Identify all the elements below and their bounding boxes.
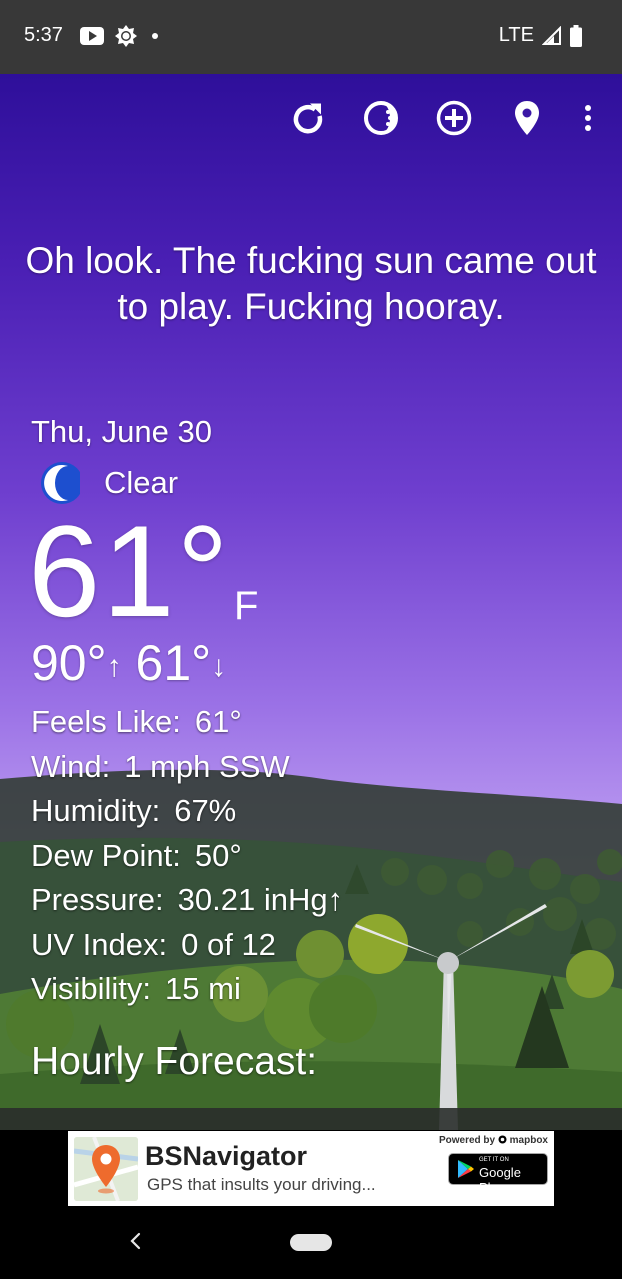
home-pill-button[interactable]	[290, 1234, 332, 1251]
current-temperature: 61°	[28, 498, 231, 644]
low-arrow-icon: ↓	[211, 649, 227, 683]
detail-wind: Wind: 1 mph SSW	[31, 745, 343, 790]
system-nav-bar	[0, 1208, 622, 1279]
forecast-date: Thu, June 30	[31, 414, 212, 449]
detail-label: Wind:	[31, 748, 111, 784]
ad-tagline: GPS that insults your driving...	[147, 1175, 376, 1194]
detail-visibility: Visibility: 15 mi	[31, 967, 343, 1012]
add-location-icon	[436, 100, 472, 136]
refresh-icon	[293, 103, 323, 134]
temperature-unit: F	[234, 584, 259, 628]
dot-icon	[152, 33, 158, 39]
status-notification-icons	[80, 24, 162, 48]
high-low-temperature: 90°↑ 61°↓	[31, 634, 226, 692]
detail-uv-index: UV Index: 0 of 12	[31, 923, 343, 968]
ad-app-icon	[74, 1137, 138, 1201]
refresh-button[interactable]	[286, 96, 330, 140]
store-small-label: GET IT ON	[479, 1157, 509, 1163]
detail-humidity: Humidity: 67%	[31, 789, 343, 834]
network-type: LTE	[498, 24, 534, 46]
detail-label: UV Index:	[31, 926, 168, 962]
youtube-icon	[80, 27, 104, 45]
mapbox-icon	[498, 1135, 507, 1144]
detail-label: Visibility:	[31, 971, 152, 1006]
more-vert-icon	[585, 105, 591, 131]
map-pin-icon	[74, 1137, 138, 1201]
detail-value: 0 of 12	[181, 926, 276, 962]
detail-label: Pressure:	[31, 882, 164, 917]
detail-value: 1 mph SSW	[124, 748, 290, 784]
battery-icon	[570, 24, 582, 47]
status-right: LTE	[499, 24, 582, 47]
hourly-forecast-heading: Hourly Forecast:	[31, 1040, 318, 1083]
detail-label: Humidity:	[31, 793, 161, 828]
detail-dew-point: Dew Point: 50°	[31, 834, 343, 879]
detail-value: 61°	[194, 704, 242, 739]
ad-mapbox: mapbox	[509, 1135, 548, 1146]
theme-button[interactable]	[359, 96, 403, 140]
high-arrow-icon: ↑	[106, 649, 122, 683]
more-options-button[interactable]	[566, 96, 610, 140]
detail-value: 15 mi	[165, 971, 241, 1006]
theme-icon	[364, 101, 398, 135]
add-location-button[interactable]	[432, 96, 476, 140]
detail-value: 30.21 inHg↑	[177, 882, 344, 917]
signal-icon	[542, 25, 561, 45]
weather-details: Feels Like: 61° Wind: 1 mph SSW Humidity: 6…	[31, 700, 343, 1012]
location-button[interactable]	[505, 96, 549, 140]
detail-feels-like: Feels Like: 61°	[31, 700, 343, 745]
snarky-quote: Oh look. The fucking sun came out to pla…	[25, 240, 597, 327]
low-temperature: 61°	[135, 635, 212, 691]
ad-title: BSNavigator	[145, 1141, 308, 1171]
detail-value: 50°	[194, 837, 242, 873]
detail-pressure: Pressure: 30.21 inHg↑	[31, 878, 343, 923]
high-temperature: 90°	[31, 635, 107, 691]
store-name: Google Play	[479, 1165, 521, 1195]
status-time: 5:37	[24, 24, 63, 46]
google-play-badge[interactable]: GET IT ON Google Play	[448, 1153, 548, 1195]
ad-banner[interactable]: BSNavigator GPS that insults your drivin…	[68, 1131, 554, 1206]
detail-label: Dew Point:	[31, 837, 181, 873]
detail-value: 67%	[174, 793, 237, 828]
back-icon[interactable]	[124, 1226, 148, 1256]
location-pin-icon	[515, 101, 539, 135]
status-bar: 5:37 LTE	[0, 0, 622, 74]
google-play-icon	[458, 1160, 474, 1178]
condition-text: Clear	[104, 465, 179, 500]
detail-label: Feels Like:	[31, 704, 181, 739]
weather-screen[interactable]: Oh look. The fucking sun came out to pla…	[0, 74, 622, 1130]
ad-powered-by: Powered by	[438, 1135, 496, 1146]
ad-attribution: Powered by mapbox	[439, 1135, 548, 1146]
brightness-icon	[115, 25, 137, 47]
